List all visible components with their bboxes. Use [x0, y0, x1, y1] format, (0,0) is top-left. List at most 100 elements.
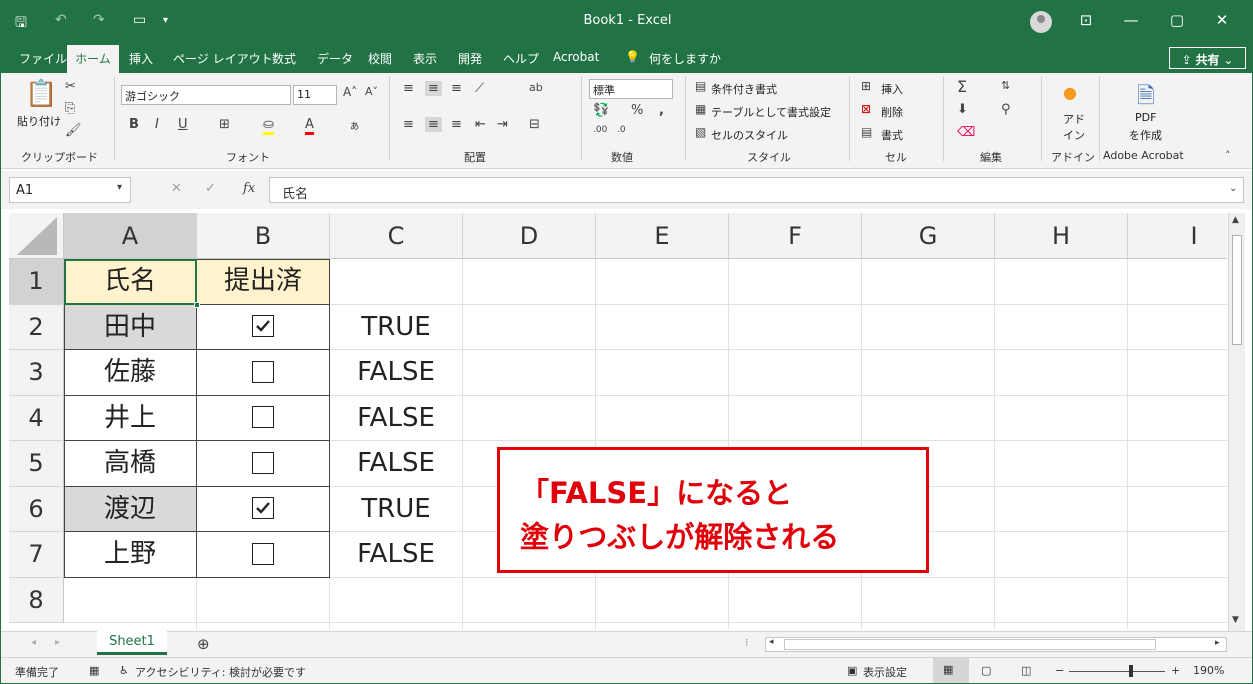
- zoom-out-icon[interactable]: −: [1055, 664, 1064, 677]
- tab-file[interactable]: ファイル: [19, 50, 67, 67]
- font-color-icon[interactable]: A: [305, 117, 314, 135]
- cell-checkbox[interactable]: [197, 350, 329, 395]
- cell-name[interactable]: 渡辺: [64, 486, 196, 531]
- align-center-icon[interactable]: ≡: [425, 117, 442, 132]
- cell-checkbox[interactable]: [197, 305, 329, 350]
- zoom-slider[interactable]: [1069, 665, 1165, 677]
- font-size-select[interactable]: 11: [293, 85, 337, 105]
- font-name-select[interactable]: 游ゴシック: [121, 85, 291, 105]
- confirm-entry-icon[interactable]: ✓: [205, 181, 216, 196]
- fill-color-icon[interactable]: ⛀: [263, 117, 274, 135]
- scroll-right-icon[interactable]: ▸: [1215, 638, 1220, 648]
- page-break-view-icon[interactable]: ◫: [1021, 664, 1031, 677]
- cell-checkbox[interactable]: [197, 487, 329, 532]
- cell-name[interactable]: 佐藤: [64, 350, 196, 395]
- column-header-d[interactable]: D: [463, 213, 596, 259]
- tell-me-search[interactable]: 何をしますか: [649, 50, 721, 67]
- tab-insert[interactable]: 挿入: [129, 50, 153, 67]
- copy-icon[interactable]: ⎘: [65, 101, 75, 116]
- cell-name[interactable]: 上野: [64, 532, 196, 577]
- name-box[interactable]: A1: [9, 177, 131, 203]
- zoom-slider-thumb[interactable]: [1129, 665, 1133, 677]
- conditional-formatting-button[interactable]: 条件付き書式: [711, 81, 777, 97]
- wrap-text-icon[interactable]: ab: [529, 81, 543, 94]
- tab-review[interactable]: 校閲: [368, 50, 392, 67]
- next-sheet-icon[interactable]: ▸: [55, 637, 60, 648]
- row-header-3[interactable]: 3: [9, 350, 64, 396]
- vertical-scrollbar[interactable]: ▲ ▼: [1228, 213, 1245, 631]
- tab-developer[interactable]: 開発: [458, 50, 482, 67]
- format-cells-button[interactable]: 書式: [881, 127, 903, 143]
- column-header-g[interactable]: G: [862, 213, 995, 259]
- normal-view-button[interactable]: ▦: [933, 658, 969, 683]
- tab-home[interactable]: ホーム: [67, 45, 119, 73]
- align-top-icon[interactable]: ≡: [403, 81, 414, 96]
- fill-icon[interactable]: ⬇: [957, 102, 968, 117]
- page-layout-view-icon[interactable]: ▢: [981, 664, 991, 677]
- increase-font-icon[interactable]: A˄: [343, 85, 357, 99]
- new-sheet-icon[interactable]: ⊕: [197, 635, 210, 653]
- vertical-scroll-thumb[interactable]: [1232, 235, 1242, 345]
- orientation-icon[interactable]: ⟋: [475, 81, 484, 96]
- cut-icon[interactable]: ✂: [65, 79, 76, 94]
- column-header-c[interactable]: C: [330, 213, 463, 259]
- tab-formulas[interactable]: 数式: [272, 50, 296, 67]
- phonetic-icon[interactable]: ぁ: [349, 117, 360, 133]
- column-header-b[interactable]: B: [197, 213, 330, 259]
- column-header-e[interactable]: E: [596, 213, 729, 259]
- horizontal-scrollbar[interactable]: ◂: [765, 637, 1227, 652]
- borders-icon[interactable]: ⊞: [219, 117, 230, 132]
- format-as-table-button[interactable]: テーブルとして書式設定: [711, 104, 831, 120]
- row-header-8[interactable]: 8: [9, 577, 64, 623]
- clipboard-paste-icon[interactable]: 📋: [25, 79, 57, 109]
- checkbox-unchecked[interactable]: [251, 542, 274, 565]
- formula-input[interactable]: 氏名: [269, 177, 1244, 203]
- sheet-tab-sheet1[interactable]: Sheet1: [97, 631, 167, 655]
- cell-linked-value[interactable]: TRUE: [330, 487, 462, 532]
- decrease-decimal-icon[interactable]: .0: [617, 125, 626, 135]
- ribbon-display-options-icon[interactable]: ⊡: [1071, 11, 1101, 29]
- cancel-entry-icon[interactable]: ✕: [171, 181, 182, 196]
- find-icon[interactable]: ⚲: [1001, 102, 1011, 117]
- align-middle-icon[interactable]: ≡: [425, 81, 442, 96]
- row-header-4[interactable]: 4: [9, 395, 64, 441]
- account-avatar[interactable]: [1030, 11, 1052, 33]
- increase-indent-icon[interactable]: ⇥: [497, 117, 508, 132]
- insert-cells-button[interactable]: 挿入: [881, 81, 903, 97]
- add-ins-icon[interactable]: ●: [1063, 83, 1077, 102]
- clear-icon[interactable]: ⌫: [957, 125, 975, 140]
- row-header-5[interactable]: 5: [9, 441, 64, 487]
- number-format-select[interactable]: 標準: [589, 79, 673, 99]
- accessibility-status[interactable]: アクセシビリティ: 検討が必要です: [135, 664, 306, 680]
- fill-handle[interactable]: [194, 301, 200, 308]
- share-button[interactable]: ⇪ 共有 ⌄: [1169, 47, 1246, 69]
- decrease-indent-icon[interactable]: ⇤: [475, 117, 486, 132]
- close-button[interactable]: ✕: [1207, 11, 1237, 29]
- decrease-font-icon[interactable]: A˅: [365, 85, 378, 98]
- split-handle-icon[interactable]: ⁝: [745, 636, 749, 649]
- paste-label[interactable]: 貼り付け: [17, 113, 61, 129]
- checkbox-unchecked[interactable]: [251, 360, 274, 383]
- cell-linked-value[interactable]: FALSE: [330, 396, 462, 441]
- align-bottom-icon[interactable]: ≡: [451, 81, 462, 96]
- cell-name[interactable]: 井上: [64, 396, 196, 441]
- checkbox-unchecked[interactable]: [251, 406, 274, 429]
- checkbox-checked[interactable]: [251, 315, 274, 338]
- align-right-icon[interactable]: ≡: [451, 117, 462, 132]
- currency-icon[interactable]: 💱: [593, 103, 609, 118]
- zoom-level[interactable]: 190%: [1193, 664, 1224, 677]
- cell-styles-button[interactable]: セルのスタイル: [711, 127, 788, 143]
- comma-style-icon[interactable]: ,: [659, 103, 664, 118]
- tab-help[interactable]: ヘルプ: [503, 50, 539, 67]
- cell-b1-header[interactable]: 提出済: [197, 259, 329, 304]
- row-header-2[interactable]: 2: [9, 304, 64, 350]
- scroll-down-icon[interactable]: ▼: [1232, 615, 1239, 625]
- cell-linked-value[interactable]: FALSE: [330, 441, 462, 486]
- underline-icon[interactable]: U: [178, 117, 188, 132]
- collapse-ribbon-icon[interactable]: ˄: [1225, 149, 1231, 162]
- sort-filter-icon[interactable]: ⇅: [1001, 79, 1010, 92]
- cell-linked-value[interactable]: FALSE: [330, 350, 462, 395]
- align-left-icon[interactable]: ≡: [403, 117, 414, 132]
- prev-sheet-icon[interactable]: ◂: [31, 637, 36, 648]
- macro-record-icon[interactable]: ▦: [89, 664, 99, 677]
